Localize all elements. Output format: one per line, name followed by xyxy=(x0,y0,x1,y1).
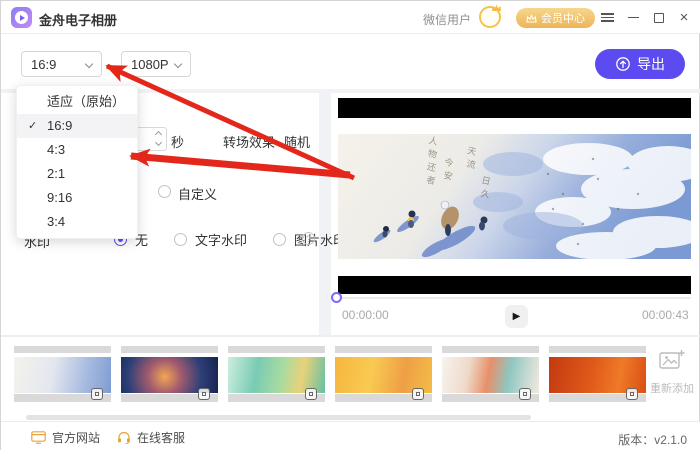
thumb-placeholder-top xyxy=(228,346,325,353)
radio-icon[interactable] xyxy=(174,233,188,246)
arrow-to-dropdown-item xyxy=(129,148,351,179)
ratio-option-16:9[interactable]: ✓ 16:9 xyxy=(17,114,137,138)
thumbnail-page-6-poster[interactable] xyxy=(549,346,646,402)
chevron-down-icon xyxy=(84,59,94,69)
website-icon xyxy=(31,431,46,444)
total-time: 00:00:43 xyxy=(642,308,689,322)
thumb-frame-badge-icon xyxy=(412,388,424,400)
thumb-frame-badge-icon xyxy=(626,388,638,400)
image-plus-icon xyxy=(659,350,685,369)
version-text: 版本：v2.1.0 xyxy=(618,433,687,447)
watermark-option[interactable]: 文字水印 xyxy=(174,230,247,249)
help-icon[interactable]: ? xyxy=(302,232,315,245)
menu-button[interactable] xyxy=(595,1,619,34)
custom-radio-label: 自定义 xyxy=(178,187,218,202)
readd-label: 重新添加 xyxy=(650,383,694,395)
thumbnail-scrollbar[interactable] xyxy=(26,415,531,420)
play-icon: ▶ xyxy=(512,311,521,322)
watermark-option-label: 文字水印 xyxy=(195,233,248,248)
ratio-option-9:16[interactable]: 9:16 xyxy=(17,186,137,210)
video-frame-art: 人物还者 今安 天流 日久 xyxy=(338,134,700,260)
thumbnail-page-1-snow[interactable] xyxy=(14,346,111,402)
user-avatar[interactable] xyxy=(479,4,501,28)
ratio-option-[interactable]: 适应（原始） xyxy=(17,90,137,114)
thumb-placeholder-top xyxy=(442,346,539,353)
thumb-frame-badge-icon xyxy=(305,388,317,400)
transition-label: 转场效果 xyxy=(223,135,276,150)
thumb-placeholder-top xyxy=(121,346,218,353)
seek-handle[interactable] xyxy=(331,292,342,303)
official-site-link[interactable]: 官方网站 xyxy=(31,429,100,446)
aspect-ratio-dropdown: 适应（原始） ✓ 16:9 4:3 2:1 9:16 3:4 xyxy=(16,85,138,239)
current-time: 00:00:00 xyxy=(342,308,389,322)
panel-gap xyxy=(319,93,331,335)
check-icon: ✓ xyxy=(28,120,38,132)
readd-button[interactable]: 重新添加 xyxy=(646,349,698,409)
thumb-frame-badge-icon xyxy=(91,388,103,400)
app-title: 金舟电子相册 xyxy=(39,13,118,28)
minimize-button[interactable] xyxy=(621,1,645,34)
member-center-button[interactable]: 会员中心 xyxy=(516,8,595,28)
thumb-placeholder-top xyxy=(14,346,111,353)
crown-icon xyxy=(526,13,537,23)
app-window: { "titlebar": { "app_title": "金舟电子相册", "… xyxy=(0,0,700,451)
ratio-option-4:3[interactable]: 4:3 xyxy=(17,138,137,162)
resolution-select[interactable]: 1080P xyxy=(121,51,191,77)
app-logo-icon xyxy=(11,7,32,28)
aspect-ratio-value: 16:9 xyxy=(31,56,57,72)
duration-unit-label: 秒 xyxy=(171,135,185,150)
aspect-ratio-select[interactable]: 16:9 xyxy=(21,51,102,77)
chevron-down-icon xyxy=(173,59,183,69)
ratio-dropdown-list: 适应（原始） ✓ 16:9 4:3 2:1 9:16 3:4 xyxy=(17,90,137,234)
thumbnail-strip xyxy=(14,346,646,402)
transition-value[interactable]: 随机 xyxy=(284,132,310,151)
titlebar: 金舟电子相册 微信用户 会员中心 × xyxy=(1,1,700,34)
radio-icon[interactable] xyxy=(273,233,287,246)
member-center-label: 会员中心 xyxy=(541,13,585,25)
play-button[interactable]: ▶ xyxy=(505,305,528,328)
online-support-link[interactable]: 在线客服 xyxy=(117,429,185,446)
ratio-option-3:4[interactable]: 3:4 xyxy=(17,210,137,234)
thumb-frame-badge-icon xyxy=(198,388,210,400)
headset-icon xyxy=(118,431,130,444)
custom-radio[interactable] xyxy=(158,185,171,198)
close-button[interactable]: × xyxy=(672,1,696,34)
ratio-option-2:1[interactable]: 2:1 xyxy=(17,162,137,186)
close-icon: × xyxy=(679,9,689,26)
export-upload-icon xyxy=(616,57,630,71)
stepper-icons[interactable] xyxy=(154,130,163,147)
thumb-frame-badge-icon xyxy=(519,388,531,400)
export-button[interactable]: 导出 xyxy=(595,49,685,79)
seek-slider[interactable] xyxy=(338,297,691,299)
thumb-placeholder-top xyxy=(549,346,646,353)
footer: 官方网站 在线客服 版本：v2.1.0 xyxy=(1,421,700,451)
export-label: 导出 xyxy=(637,56,665,72)
official-site-label: 官方网站 xyxy=(52,431,101,445)
thumbnail-page-2-night[interactable] xyxy=(121,346,218,402)
preview-video[interactable]: 人物还者 今安 天流 日久 xyxy=(338,98,700,294)
online-support-label: 在线客服 xyxy=(137,431,186,445)
divider xyxy=(1,335,700,337)
arrow-to-ratio-select xyxy=(105,63,356,181)
thumbnail-page-5-collage[interactable] xyxy=(442,346,539,402)
user-name: 微信用户 xyxy=(423,13,472,27)
resolution-value: 1080P xyxy=(131,56,169,72)
crown-icon xyxy=(492,4,501,11)
thumbnail-page-3-garden[interactable] xyxy=(228,346,325,402)
thumb-placeholder-top xyxy=(335,346,432,353)
maximize-button[interactable] xyxy=(647,1,671,34)
thumbnail-page-4-yellow[interactable] xyxy=(335,346,432,402)
